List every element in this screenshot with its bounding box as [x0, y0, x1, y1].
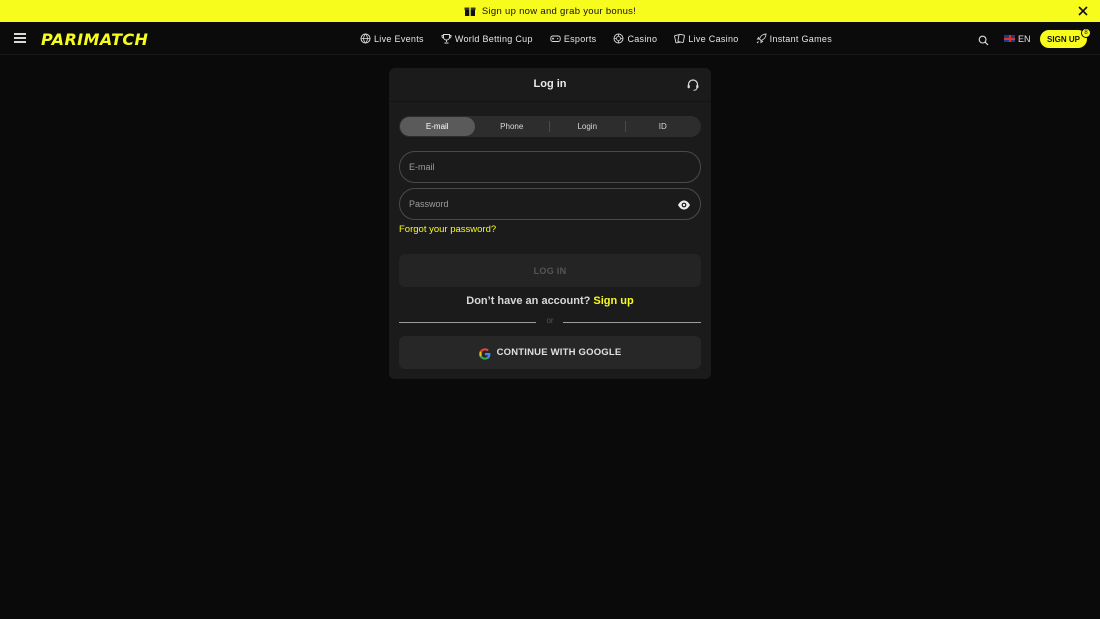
close-icon[interactable]: [1076, 4, 1090, 18]
log-in-button[interactable]: LOG IN: [399, 254, 701, 287]
support-headset-icon[interactable]: [686, 78, 700, 92]
promo-banner: Sign up now and grab your bonus!: [0, 0, 1100, 22]
tab-id[interactable]: ID: [626, 117, 701, 136]
nav-label: Instant Games: [769, 33, 833, 44]
sign-up-button[interactable]: SIGN UP: [1040, 30, 1087, 48]
trophy-icon: [441, 33, 452, 44]
nav-live-events[interactable]: Live Events: [360, 33, 424, 44]
tab-email[interactable]: E-mail: [400, 117, 475, 136]
nav-label: Live Events: [374, 33, 424, 44]
tab-login[interactable]: Login: [550, 117, 625, 136]
modal-header: Log in: [389, 68, 711, 102]
nav-instant-games[interactable]: Instant Games: [756, 33, 832, 44]
tab-phone[interactable]: Phone: [475, 117, 550, 136]
email-field-wrapper: [399, 151, 701, 183]
menu-icon[interactable]: [14, 33, 26, 43]
nav-label: Casino: [627, 33, 658, 44]
or-divider: or: [399, 316, 701, 328]
language-label: EN: [1018, 33, 1031, 44]
divider-line: [563, 322, 701, 323]
language-selector[interactable]: EN: [1004, 33, 1031, 44]
continue-with-google-button[interactable]: CONTINUE WITH GOOGLE: [399, 336, 701, 369]
account-question: Don’t have an account?: [466, 295, 591, 307]
email-field[interactable]: [409, 152, 669, 182]
google-icon: [478, 347, 491, 360]
promo-text: Sign up now and grab your bonus!: [481, 5, 637, 17]
login-method-tabs: E-mail Phone Login ID: [399, 116, 701, 137]
gamepad-icon: [550, 33, 561, 44]
uk-flag-icon: [1004, 35, 1015, 42]
logo[interactable]: PARIMATCH: [41, 30, 148, 49]
nav-label: Live Casino: [688, 33, 739, 44]
forgot-password-link[interactable]: Forgot your password?: [399, 224, 496, 235]
gift-icon: [464, 5, 476, 17]
nav-casino[interactable]: Casino: [613, 33, 657, 44]
globe-icon: [360, 33, 371, 44]
sign-up-link[interactable]: Sign up: [593, 295, 633, 307]
modal-title: Log in: [533, 78, 567, 90]
show-password-eye-icon[interactable]: [677, 198, 691, 210]
nav-label: World Betting Cup: [454, 33, 533, 44]
nav-live-casino[interactable]: Live Casino: [674, 33, 738, 44]
signup-prompt: Don’t have an account? Sign up: [389, 295, 711, 307]
rocket-icon: [756, 33, 767, 44]
nav-label: Esports: [563, 33, 597, 44]
google-button-label: CONTINUE WITH GOOGLE: [496, 347, 622, 358]
cards-icon: [674, 33, 686, 44]
bonus-badge: 8: [1081, 28, 1091, 38]
login-modal: Log in E-mail Phone Login ID Forgot your…: [389, 68, 711, 379]
site-header: PARIMATCH Live Events World Betting Cup …: [0, 22, 1100, 55]
or-text: or: [546, 316, 554, 325]
search-icon[interactable]: [978, 33, 989, 46]
chip-icon: [613, 33, 624, 44]
nav-esports[interactable]: Esports: [550, 33, 597, 44]
password-field-wrapper: [399, 188, 701, 220]
password-field[interactable]: [409, 189, 669, 219]
nav-world-betting-cup[interactable]: World Betting Cup: [441, 33, 533, 44]
main-nav: Live Events World Betting Cup Esports Ca…: [360, 22, 849, 55]
